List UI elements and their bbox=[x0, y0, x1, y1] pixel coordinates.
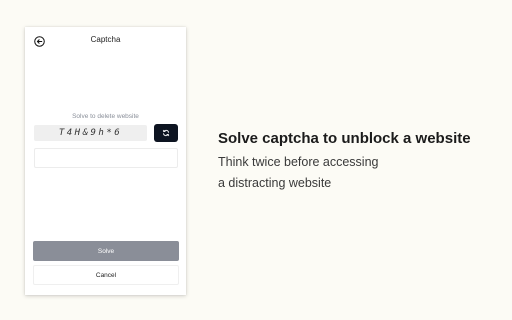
captcha-prompt: Solve to delete website bbox=[72, 113, 139, 120]
captcha-text: T4H&9h*6 bbox=[58, 128, 123, 138]
captcha-image: T4H&9h*6 bbox=[34, 125, 147, 141]
captcha-popup: Captcha Solve to delete website T4H&9h*6… bbox=[25, 27, 186, 295]
promo-subline-2: a distracting website bbox=[218, 176, 332, 190]
promo-headline: Solve captcha to unblock a website bbox=[218, 130, 471, 147]
refresh-captcha-button[interactable] bbox=[154, 124, 178, 142]
captcha-answer-input[interactable] bbox=[34, 148, 178, 168]
promo-subline-1: Think twice before accessing bbox=[218, 155, 379, 169]
popup-title: Captcha bbox=[90, 35, 121, 44]
refresh-icon bbox=[162, 129, 170, 137]
cancel-button[interactable]: Cancel bbox=[33, 265, 179, 285]
popup-header: Captcha bbox=[25, 27, 186, 53]
solve-button[interactable]: Solve bbox=[33, 241, 179, 261]
